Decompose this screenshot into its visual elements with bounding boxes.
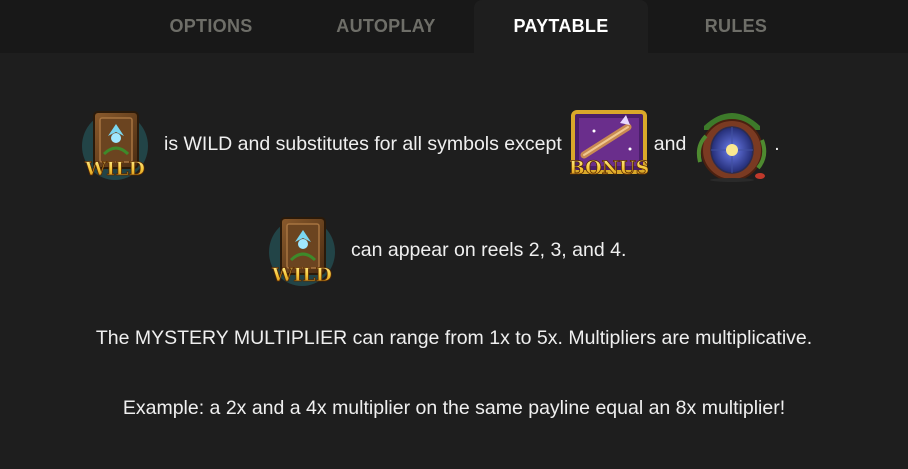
svg-text:WILD: WILD — [84, 158, 145, 180]
tab-autoplay[interactable]: AUTOPLAY — [298, 0, 474, 53]
svg-text:WILD: WILD — [271, 264, 332, 286]
wild-rule-and: and — [653, 132, 687, 155]
tab-bar: OPTIONS AUTOPLAY PAYTABLE RULES — [0, 0, 908, 53]
multiplier-text: The MYSTERY MULTIPLIER can range from 1x… — [95, 327, 813, 349]
wild-reels-row: WILD can appear on reels 2, 3, and 4. — [267, 212, 626, 288]
wild-rule-end: . — [774, 132, 780, 155]
bonus-symbol-icon: BONUS — [570, 109, 648, 179]
tab-paytable[interactable]: PAYTABLE — [474, 0, 648, 53]
svg-text:BONUS: BONUS — [570, 157, 648, 179]
wild-symbol-icon: WILD — [267, 212, 337, 288]
wild-symbol-icon: WILD — [80, 106, 150, 182]
wild-rule-row: WILD is WILD and substitutes for all sym… — [80, 106, 780, 182]
wild-rule-text: is WILD and substitutes for all symbols … — [164, 132, 562, 155]
tab-options[interactable]: OPTIONS — [124, 0, 298, 53]
example-text: Example: a 2x and a 4x multiplier on the… — [122, 397, 786, 419]
wild-reels-text: can appear on reels 2, 3, and 4. — [351, 238, 627, 261]
fairy-door-icon — [696, 106, 768, 182]
tab-rules[interactable]: RULES — [648, 0, 824, 53]
